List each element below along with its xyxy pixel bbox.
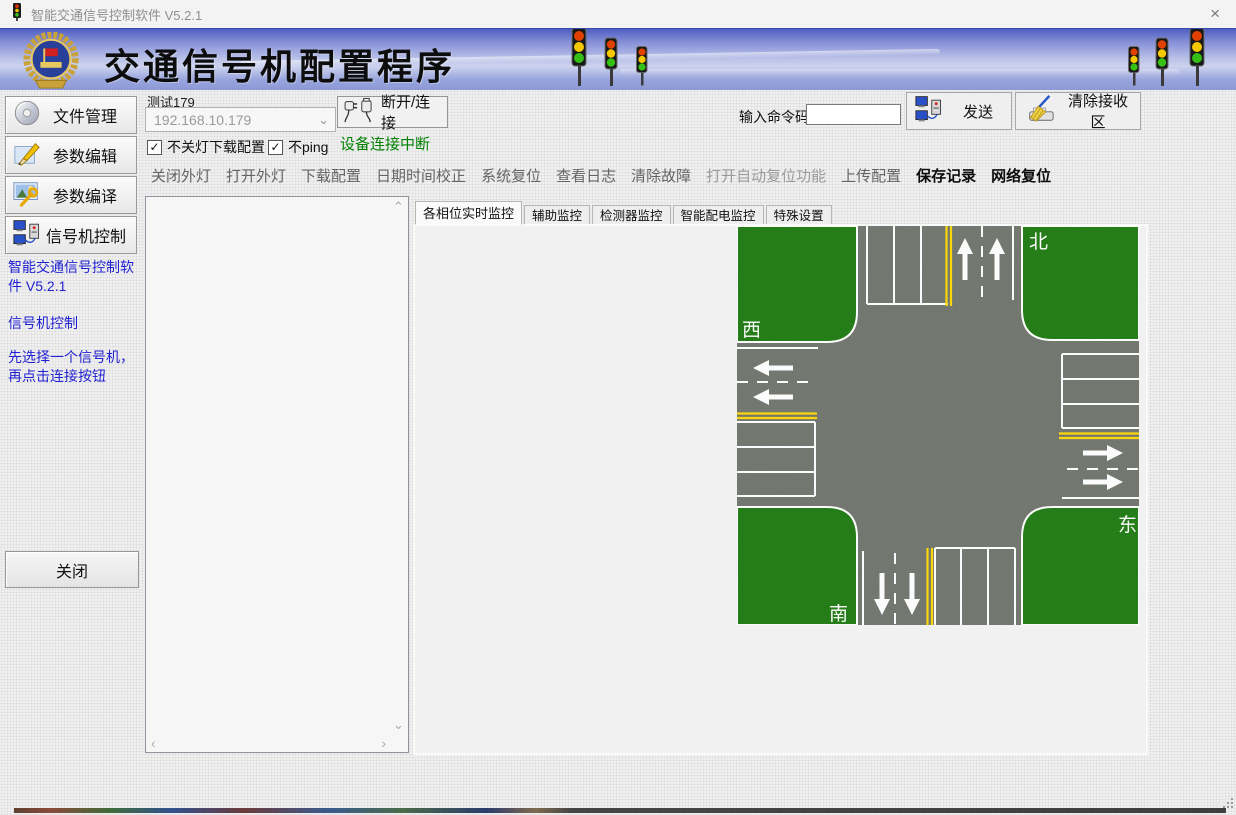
traffic-light-icon [1153, 36, 1172, 91]
tab-smart-power-monitor[interactable]: 智能配电监控 [673, 205, 764, 225]
sidebar-button-label: 参数编译 [41, 183, 129, 207]
send-button-label: 发送 [953, 101, 1003, 122]
menu-item-upload-config[interactable]: 上传配置 [841, 165, 901, 186]
compile-icon [13, 179, 41, 212]
network-computers-icon [13, 219, 43, 252]
receive-log-listbox[interactable]: ⌃ ⌄ ‹ › [145, 196, 409, 753]
close-button-label: 关闭 [56, 558, 88, 582]
menu-item-open-external-lights[interactable]: 打开外灯 [226, 165, 286, 186]
checkbox-label: 不ping [288, 137, 328, 157]
app-window: 智能交通信号控制软件 V5.2.1 × 交通信号机配置程序 [0, 0, 1236, 815]
sidebar-mode-link[interactable]: 信号机控制 [8, 314, 138, 333]
sidebar-button-label: 参数编辑 [41, 143, 129, 167]
traffic-light-icon [1126, 45, 1142, 91]
checkbox-no-light-off-download[interactable]: ✓ 不关灯下载配置 [147, 137, 265, 157]
app-title: 交通信号机配置程序 [104, 38, 455, 90]
monitor-tabstrip: 各相位实时监控 辅助监控 检测器监控 智能配电监控 特殊设置 [415, 201, 834, 225]
menu-item-close-external-lights[interactable]: 关闭外灯 [151, 165, 211, 186]
window-bottom-border [14, 808, 1226, 813]
tab-detector-monitor[interactable]: 检测器监控 [592, 205, 671, 225]
broom-icon [1024, 94, 1056, 128]
title-bar: 智能交通信号控制软件 V5.2.1 × [0, 0, 1236, 28]
plug-icon [343, 97, 375, 127]
vertical-scrollbar[interactable]: ⌃ ⌄ [391, 199, 406, 733]
send-button[interactable]: 发送 [906, 92, 1012, 130]
connect-button-label: 断开/连接 [381, 91, 442, 133]
scroll-up-icon[interactable]: ⌃ [393, 199, 404, 215]
traffic-light-icon [1186, 28, 1208, 91]
checkbox-no-ping[interactable]: ✓ 不ping [268, 137, 328, 157]
intersection-map: 北 西 东 南 [737, 226, 1139, 625]
connect-button[interactable]: 断开/连接 [337, 96, 448, 128]
scroll-left-icon[interactable]: ‹ [151, 735, 156, 751]
sidebar-button-parameter-compile[interactable]: 参数编译 [5, 176, 137, 214]
tab-auxiliary-monitor[interactable]: 辅助监控 [524, 205, 590, 225]
horizontal-scrollbar[interactable]: ‹ › [148, 736, 389, 750]
checkbox-icon[interactable]: ✓ [147, 140, 162, 155]
menu-item-save-record[interactable]: 保存记录 [916, 165, 976, 186]
highway-streak [620, 69, 1180, 75]
traffic-light-icon [602, 36, 621, 91]
resize-grip[interactable] [1223, 798, 1233, 808]
menu-item-view-log[interactable]: 查看日志 [556, 165, 616, 186]
sidebar-hint-text: 先选择一个信号机，再点击连接按钮 [8, 348, 138, 386]
cd-icon [13, 99, 41, 132]
traffic-light-icon [568, 28, 590, 91]
sidebar-button-file-management[interactable]: 文件管理 [5, 96, 137, 134]
command-code-label: 输入命令码 [739, 107, 809, 127]
command-menu-bar: 关闭外灯 打开外灯 下载配置 日期时间校正 系统复位 查看日志 清除故障 打开自… [151, 165, 1051, 186]
tab-realtime-phase-monitor[interactable]: 各相位实时监控 [415, 201, 522, 225]
sidebar-button-signal-control[interactable]: 信号机控制 [5, 216, 137, 254]
ip-combobox[interactable]: ⌄ [145, 107, 336, 132]
menu-item-enable-auto-reset[interactable]: 打开自动复位功能 [706, 165, 826, 186]
clear-receive-button-label: 清除接收区 [1064, 90, 1132, 132]
traffic-light-icon [634, 45, 650, 91]
scroll-down-icon[interactable]: ⌄ [393, 717, 404, 733]
sidebar-version-text: 智能交通信号控制软件 V5.2.1 [8, 258, 138, 296]
close-button[interactable]: 关闭 [5, 551, 139, 588]
checkbox-icon[interactable]: ✓ [268, 140, 283, 155]
command-code-input[interactable] [806, 104, 901, 125]
traffic-light-app-icon [10, 3, 24, 26]
window-title: 智能交通信号控制软件 V5.2.1 [31, 5, 202, 24]
menu-item-datetime-calibration[interactable]: 日期时间校正 [376, 165, 466, 186]
chevron-down-icon[interactable]: ⌄ [318, 112, 329, 128]
ip-combobox-value[interactable] [152, 111, 306, 129]
sidebar-button-parameter-edit[interactable]: 参数编辑 [5, 136, 137, 174]
header-banner: 交通信号机配置程序 [0, 28, 1236, 91]
tab-special-settings[interactable]: 特殊设置 [766, 205, 832, 225]
network-computers-icon [915, 95, 945, 127]
close-icon[interactable]: × [1210, 4, 1220, 24]
pencil-icon [13, 139, 41, 172]
menu-item-network-reset[interactable]: 网络复位 [991, 165, 1051, 186]
checkbox-label: 不关灯下载配置 [167, 137, 265, 157]
scroll-right-icon[interactable]: › [381, 735, 386, 751]
police-badge-logo [22, 32, 80, 91]
connection-status: 设备连接中断 [340, 133, 430, 154]
sidebar-button-label: 信号机控制 [43, 223, 129, 247]
clear-receive-button[interactable]: 清除接收区 [1015, 92, 1141, 130]
menu-item-system-reset[interactable]: 系统复位 [481, 165, 541, 186]
menu-item-clear-fault[interactable]: 清除故障 [631, 165, 691, 186]
menu-item-download-config[interactable]: 下载配置 [301, 165, 361, 186]
sidebar-button-label: 文件管理 [41, 103, 129, 127]
